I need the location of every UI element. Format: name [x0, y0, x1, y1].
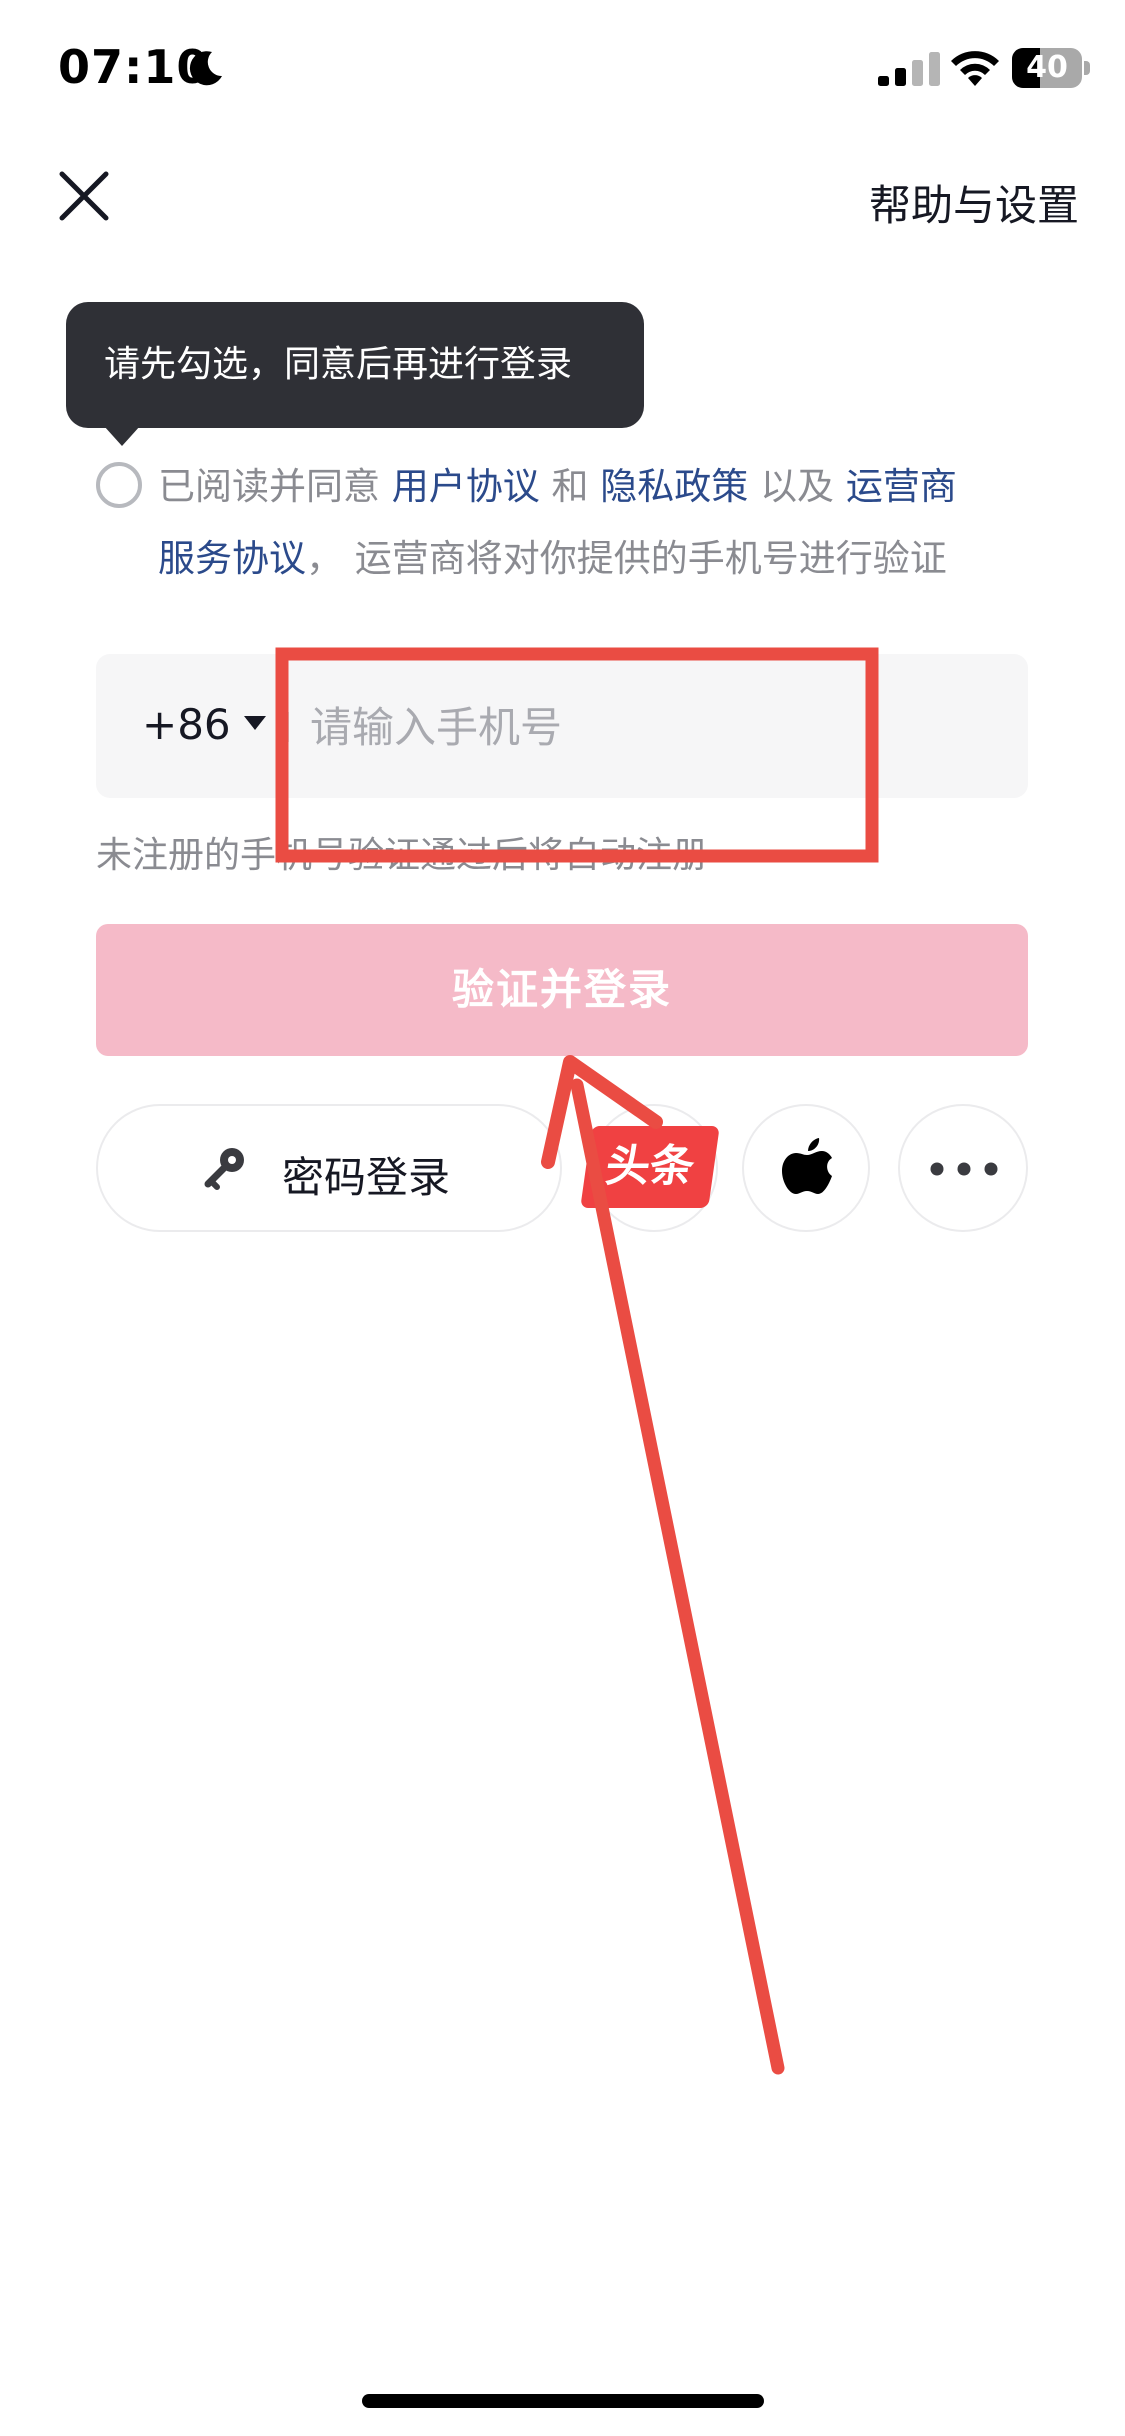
more-icon	[930, 1162, 998, 1176]
user-agreement-link[interactable]: 用户协议	[392, 465, 540, 508]
moon-icon	[189, 51, 222, 86]
agreement-suffix: 运营商将对你提供的手机号进行验证	[354, 537, 947, 580]
toutiao-label: 头条	[602, 1141, 698, 1192]
agree-tooltip: 请先勾选，同意后再进行登录	[66, 302, 644, 428]
agreement-prefix: 已阅读并同意	[158, 465, 380, 508]
country-code-selector[interactable]: +86	[142, 700, 231, 749]
apple-icon	[782, 1138, 832, 1194]
register-hint: 未注册的手机号验证通过后将自动注册	[96, 835, 709, 876]
key-icon	[204, 1148, 244, 1190]
agreement-and: 和	[551, 465, 589, 508]
agree-checkbox[interactable]	[96, 462, 142, 508]
password-login-label: 密码登录	[282, 1153, 451, 1202]
caret-down-icon[interactable]	[244, 716, 266, 730]
help-settings-link[interactable]: 帮助与设置	[869, 172, 1079, 233]
carrier-terms-link-part1[interactable]: 运营商	[846, 465, 957, 508]
battery-icon: 40	[1012, 48, 1090, 88]
phone-input[interactable]	[310, 682, 990, 772]
password-login-button[interactable]: 密码登录	[96, 1104, 562, 1232]
carrier-terms-link-part2[interactable]: 服务协议	[158, 537, 306, 580]
privacy-policy-link[interactable]: 隐私政策	[600, 465, 748, 508]
signal-icon	[878, 52, 940, 86]
more-login-button[interactable]	[898, 1104, 1028, 1232]
annotation-arrow-shaft	[570, 1078, 785, 2075]
toutiao-icon[interactable]: 头条	[580, 1126, 720, 1208]
close-icon[interactable]	[52, 164, 116, 228]
verify-login-button[interactable]: 验证并登录	[96, 924, 1028, 1056]
tooltip-arrow	[104, 426, 140, 446]
battery-percent: 40	[1026, 50, 1068, 85]
battery-body: 40	[1012, 48, 1082, 88]
agreement-line-1: 已阅读并同意 用户协议 和 隐私政策 以及 运营商	[158, 456, 957, 510]
agreement-separator: ，	[306, 537, 343, 580]
battery-tip	[1084, 61, 1090, 75]
apple-login-button[interactable]	[742, 1104, 870, 1232]
home-indicator	[362, 2394, 764, 2408]
phone-input-box: +86	[96, 654, 1028, 798]
agreement-and-also: 以及	[760, 465, 835, 508]
agreement-line-2: 服务协议， 运营商将对你提供的手机号进行验证	[158, 528, 947, 582]
status-bar: 07:10 40	[0, 0, 1125, 140]
input-divider	[286, 712, 289, 742]
wifi-icon	[951, 51, 999, 86]
